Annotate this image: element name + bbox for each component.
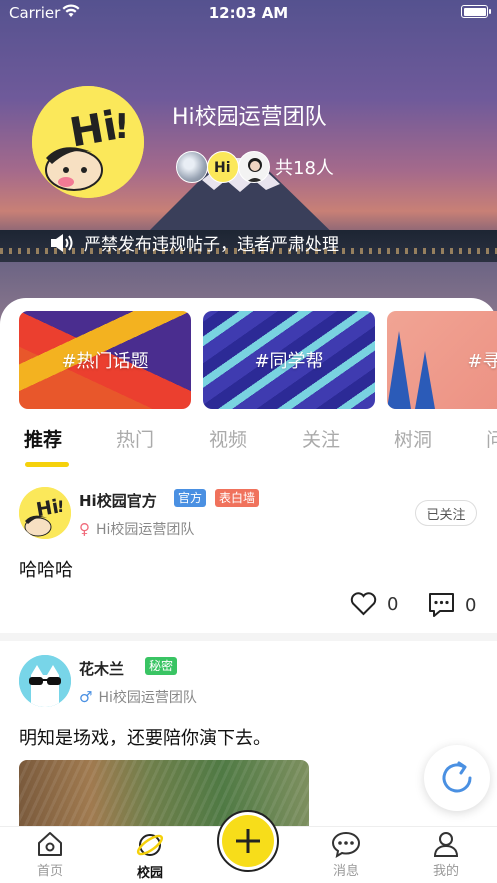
post-author-avatar[interactable] <box>19 655 71 707</box>
member-avatar: Hi <box>207 151 239 183</box>
announcement[interactable]: 严禁发布违规帖子，违者严肃处理 <box>50 230 339 255</box>
like-button[interactable]: 0 <box>350 592 398 616</box>
comment-icon <box>429 593 454 617</box>
tab-label: 首页 <box>36 864 63 879</box>
heart-icon <box>350 592 377 616</box>
announcement-text: 严禁发布违规帖子，违者严肃处理 <box>84 235 339 255</box>
refresh-icon <box>442 761 472 793</box>
topic-carousel[interactable]: #热门话题 #同学帮 #寻物 <box>19 311 497 409</box>
battery-icon <box>461 5 491 18</box>
official-badge: 官方 <box>174 489 207 507</box>
topic-label: #同学帮 <box>254 351 324 372</box>
tab-video[interactable]: 视频 <box>209 425 247 452</box>
refresh-button[interactable] <box>424 745 490 811</box>
tab-profile[interactable]: 我的 <box>406 827 486 883</box>
confession-wall-badge: 表白墙 <box>215 489 260 507</box>
active-tab-indicator <box>25 462 69 467</box>
svg-text:Hi: Hi <box>214 160 231 176</box>
topic-card-hot[interactable]: #热门话题 <box>19 311 191 409</box>
member-count: 共18人 <box>275 158 334 179</box>
tab-following[interactable]: 关注 <box>302 425 340 452</box>
post-text[interactable]: 明知是场戏，还要陪你演下去。 <box>19 724 271 750</box>
topic-card-lost-found[interactable]: #寻物 <box>387 311 497 409</box>
member-avatar <box>176 151 208 183</box>
tab-questions[interactable]: 问 <box>486 425 497 452</box>
post-text[interactable]: 哈哈哈 <box>19 556 73 582</box>
post-group-name: Hi校园运营团队 <box>96 522 195 538</box>
planet-icon <box>136 834 164 856</box>
tab-recommend[interactable]: 推荐 <box>24 425 62 452</box>
svg-text:!: ! <box>114 107 130 147</box>
topic-card-help[interactable]: #同学帮 <box>203 311 375 409</box>
hi-logo-icon: Hi ! <box>32 86 144 198</box>
post-author-avatar[interactable]: Hi ! <box>19 487 71 539</box>
member-list[interactable]: Hi 共18人 <box>176 151 334 183</box>
tab-label: 我的 <box>432 864 459 879</box>
follow-button[interactable]: 已关注 <box>415 500 477 526</box>
tab-home[interactable]: 首页 <box>10 827 90 883</box>
female-icon: ♀ <box>79 520 90 538</box>
comment-button[interactable]: 0 <box>428 592 476 618</box>
post-author-name[interactable]: Hi校园官方 <box>79 490 157 511</box>
tab-messages[interactable]: 消息 <box>306 827 386 883</box>
clock: 12:03 AM <box>208 4 289 22</box>
group-avatar[interactable]: Hi ! <box>32 86 144 198</box>
comment-count: 0 <box>465 594 477 616</box>
publish-button-inner <box>222 815 274 867</box>
post-divider <box>0 633 497 641</box>
home-icon <box>38 832 62 856</box>
tab-hot[interactable]: 热门 <box>116 425 154 452</box>
status-bar: Carrier 12:03 AM <box>0 0 497 26</box>
member-avatar <box>238 151 270 183</box>
message-icon <box>331 831 361 858</box>
user-icon <box>433 832 459 857</box>
tab-label: 消息 <box>332 864 359 879</box>
post-author-group: ♀ Hi校园运营团队 <box>79 519 194 539</box>
tab-treehole[interactable]: 树洞 <box>394 425 432 452</box>
speaker-icon <box>51 233 73 252</box>
tab-label: 校园 <box>136 866 163 881</box>
feed-tabs: 推荐 热门 视频 关注 树洞 问 <box>0 425 497 469</box>
post-author-name[interactable]: 花木兰 <box>79 658 124 679</box>
plus-icon <box>236 829 260 853</box>
post-author-group: ♂ Hi校园运营团队 <box>79 687 197 707</box>
svg-text:!: ! <box>57 497 64 516</box>
publish-button[interactable] <box>217 810 279 872</box>
topic-label: #热门话题 <box>61 351 149 372</box>
post-group-name: Hi校园运营团队 <box>98 690 197 706</box>
tab-campus[interactable]: 校园 <box>110 827 190 883</box>
topic-label: #寻物 <box>467 351 497 372</box>
like-count: 0 <box>387 593 399 615</box>
secret-badge: 秘密 <box>145 657 178 675</box>
male-icon: ♂ <box>79 688 93 706</box>
group-title: Hi校园运营团队 <box>172 105 327 130</box>
